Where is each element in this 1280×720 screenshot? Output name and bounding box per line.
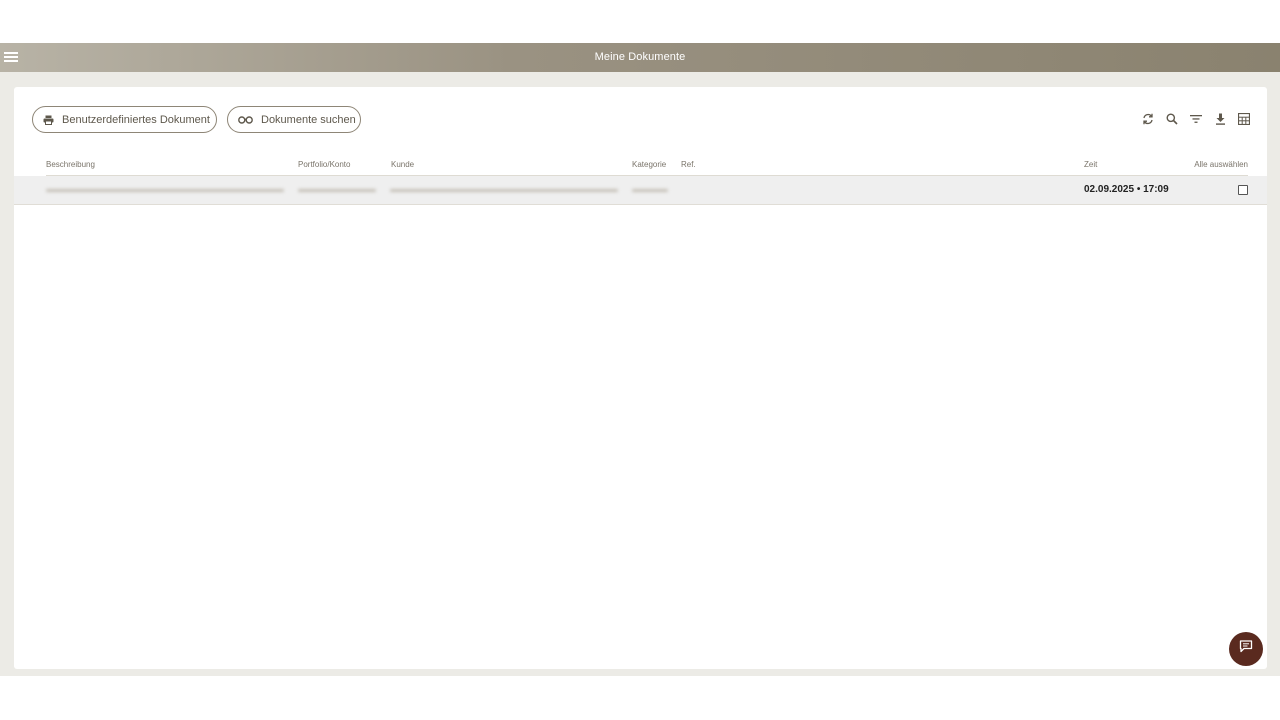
table-row[interactable]: 02.09.2025 • 17:09 — [14, 176, 1267, 205]
search-icon[interactable] — [1165, 112, 1179, 126]
page-title: Meine Dokumente — [594, 51, 686, 63]
select-all-link[interactable]: Alle auswählen — [1194, 160, 1248, 169]
app-header: Meine Dokumente — [0, 43, 1280, 72]
search-documents-label: Dokumente suchen — [261, 113, 356, 126]
refresh-icon[interactable] — [1141, 112, 1155, 126]
glasses-icon — [238, 115, 253, 124]
redacted-customer — [390, 189, 618, 192]
custom-document-label: Benutzerdefiniertes Dokument — [62, 113, 210, 126]
download-icon[interactable] — [1213, 112, 1227, 126]
table-header: Beschreibung Portfolio/Konto Kunde Kateg… — [46, 159, 1248, 176]
column-header-ref[interactable]: Ref. — [681, 160, 696, 169]
column-header-category[interactable]: Kategorie — [632, 160, 666, 169]
chat-icon — [1239, 640, 1253, 658]
column-header-portfolio[interactable]: Portfolio/Konto — [298, 160, 350, 169]
redacted-description — [46, 189, 284, 192]
filter-icon[interactable] — [1189, 112, 1203, 126]
table-toolbar — [1141, 112, 1251, 126]
column-header-description[interactable]: Beschreibung — [46, 160, 95, 169]
redacted-category — [632, 189, 668, 192]
grid-view-icon[interactable] — [1237, 112, 1251, 126]
content-area: Benutzerdefiniertes Dokument Dokumente s… — [0, 72, 1280, 676]
row-checkbox[interactable] — [1238, 185, 1248, 195]
chat-button[interactable] — [1229, 632, 1263, 666]
documents-card: Benutzerdefiniertes Dokument Dokumente s… — [14, 87, 1267, 669]
redacted-portfolio — [298, 189, 376, 192]
custom-document-button[interactable]: Benutzerdefiniertes Dokument — [32, 106, 217, 133]
search-documents-button[interactable]: Dokumente suchen — [227, 106, 361, 133]
printer-icon — [43, 115, 54, 125]
column-header-time[interactable]: Zeit — [1084, 160, 1097, 169]
row-time: 02.09.2025 • 17:09 — [1084, 184, 1169, 195]
column-header-customer[interactable]: Kunde — [391, 160, 414, 169]
